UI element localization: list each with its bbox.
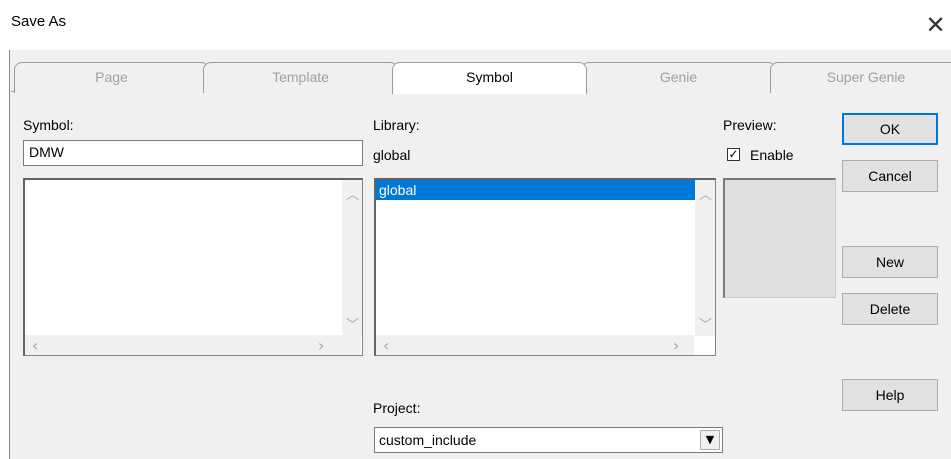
scroll-down-icon[interactable]: ﹀ <box>346 314 359 333</box>
symbol-list[interactable]: ︿ ﹀ ‹ › <box>23 178 363 356</box>
enable-checkbox[interactable]: ✓ <box>727 148 740 161</box>
preview-area <box>723 178 836 298</box>
title-bar: Save As ✕ <box>0 0 951 50</box>
library-list-item-global[interactable]: global <box>376 180 695 200</box>
tab-symbol[interactable]: Symbol <box>392 62 587 94</box>
ok-button[interactable]: OK <box>842 113 938 145</box>
delete-button[interactable]: Delete <box>842 293 938 325</box>
library-list-vertical-scrollbar[interactable]: ︿ ﹀ <box>695 180 715 336</box>
project-value: custom_include <box>379 432 477 448</box>
scroll-right-icon[interactable]: › <box>673 336 679 355</box>
symbol-name-value: DMW <box>29 144 64 160</box>
tab-genie[interactable]: Genie <box>581 62 776 93</box>
enable-label[interactable]: Enable <box>750 147 794 163</box>
new-button[interactable]: New <box>842 246 938 278</box>
help-button[interactable]: Help <box>842 379 938 411</box>
symbol-name-input[interactable]: DMW <box>23 140 363 166</box>
scroll-up-icon[interactable]: ︿ <box>346 184 359 203</box>
close-icon[interactable]: ✕ <box>920 8 951 42</box>
scroll-left-icon[interactable]: ‹ <box>32 336 38 355</box>
scroll-left-icon[interactable]: ‹ <box>383 336 389 355</box>
symbol-list-horizontal-scrollbar[interactable]: ‹ › <box>25 335 361 355</box>
project-label: Project: <box>373 400 421 416</box>
library-list[interactable]: global ︿ ﹀ ‹ › <box>374 178 716 356</box>
chevron-down-icon[interactable]: ▼ <box>700 430 720 450</box>
check-icon: ✓ <box>728 147 739 161</box>
preview-label: Preview: <box>723 117 777 133</box>
scroll-down-icon[interactable]: ﹀ <box>699 314 712 333</box>
project-dropdown[interactable]: custom_include ▼ <box>374 427 723 453</box>
tab-page[interactable]: Page <box>14 62 209 93</box>
scroll-right-icon[interactable]: › <box>318 336 324 355</box>
symbol-list-vertical-scrollbar[interactable]: ︿ ﹀ <box>342 180 362 336</box>
library-list-horizontal-scrollbar[interactable]: ‹ › <box>376 335 694 355</box>
tab-template[interactable]: Template <box>203 62 398 93</box>
library-current: global <box>373 147 411 163</box>
symbol-label: Symbol: <box>23 117 74 133</box>
tab-super-genie[interactable]: Super Genie <box>770 62 951 93</box>
library-label: Library: <box>373 117 420 133</box>
window-title: Save As <box>11 13 67 30</box>
cancel-button[interactable]: Cancel <box>842 160 938 192</box>
scroll-up-icon[interactable]: ︿ <box>699 184 712 203</box>
